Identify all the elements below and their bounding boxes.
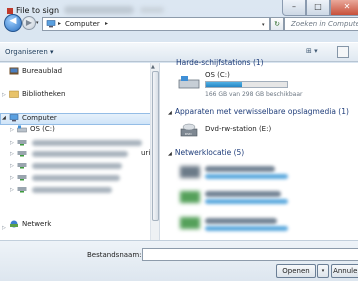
network-drive-icon — [17, 187, 27, 193]
expand-arrow-icon[interactable]: ▷ — [2, 92, 6, 98]
breadcrumb-separator[interactable]: ▸ — [105, 20, 108, 27]
drive-c-usage-fill — [206, 82, 242, 87]
scroll-up-icon[interactable]: ▲ — [151, 64, 155, 70]
collapse-arrow-icon[interactable]: ◢ — [168, 110, 172, 116]
preview-pane-button[interactable] — [337, 46, 349, 58]
close-button[interactable]: ✕ — [330, 0, 358, 16]
expand-arrow-icon[interactable]: ▷ — [10, 175, 14, 181]
nav-item-desktop[interactable]: Bureaublad — [9, 67, 62, 79]
blurred-location-name — [205, 166, 275, 172]
blurred-usage-bar — [205, 226, 288, 231]
address-dropdown[interactable]: ▾ — [262, 22, 265, 28]
expand-arrow-icon[interactable]: ▷ — [10, 151, 14, 157]
forward-arrow-icon: ▶ — [25, 18, 33, 27]
blurred-location-name — [205, 191, 281, 197]
network-drive-icon — [180, 191, 200, 203]
navigation-pane: Bureaublad ▷ Bibliotheken ◢ Computer ▷ O… — [0, 63, 160, 240]
search-input[interactable]: Zoeken in Computer — [284, 17, 358, 31]
blurred-usage-bar — [205, 199, 288, 204]
blurred-title-text — [140, 7, 164, 13]
computer-icon — [46, 20, 56, 28]
desktop-icon — [9, 67, 19, 75]
hard-drive-icon — [178, 76, 200, 89]
navigation-scrollbar[interactable] — [150, 63, 159, 240]
address-bar[interactable]: ▸ Computer ▸ — [42, 17, 270, 31]
network-drive-icon — [17, 140, 27, 146]
breadcrumb-computer[interactable]: Computer — [65, 20, 100, 28]
blurred-usage-bar — [205, 174, 288, 179]
blurred-drive-name — [32, 187, 112, 193]
blurred-location-name — [205, 218, 277, 224]
network-icon — [10, 220, 18, 228]
drive-icon — [17, 125, 27, 133]
blurred-title-text — [64, 6, 134, 14]
collapse-arrow-icon[interactable]: ◢ — [168, 151, 172, 157]
file-name-input[interactable] — [142, 248, 358, 261]
network-drive-icon — [17, 175, 27, 181]
drive-c-usage-bar — [205, 81, 288, 88]
network-drive-icon — [17, 151, 27, 157]
collapse-arrow-icon[interactable]: ◢ — [2, 115, 6, 121]
nav-item-libraries[interactable]: Bibliotheken — [9, 90, 65, 102]
search-placeholder: Zoeken in Computer — [291, 20, 358, 28]
blurred-drive-name — [32, 163, 122, 169]
recent-pages-dropdown[interactable]: ▾ — [36, 20, 39, 26]
nav-item-network[interactable]: Netwerk — [9, 220, 51, 232]
drive-c-label: OS (C:) — [205, 71, 230, 79]
organize-menu[interactable]: Organiseren ▾ — [5, 48, 54, 56]
open-options-dropdown[interactable]: ▾ — [317, 264, 329, 278]
scrollbar-thumb[interactable] — [152, 71, 159, 221]
dvd-drive-icon: DVD — [180, 123, 198, 137]
network-drive-icon — [180, 166, 200, 178]
expand-arrow-icon[interactable]: ▷ — [10, 140, 14, 146]
drive-c-free-space: 166 GB van 298 GB beschikbaar — [205, 91, 303, 98]
open-button[interactable]: Openen — [276, 264, 316, 278]
minimize-button[interactable]: – — [282, 0, 306, 16]
group-header-network[interactable]: ◢ Netwerklocatie (5) — [168, 148, 244, 157]
file-open-dialog: File to sign – □ ✕ ◀ ▶ ▾ ▸ Computer ▸ ▾ … — [0, 0, 358, 281]
network-drive-icon — [17, 163, 27, 169]
expand-arrow-icon[interactable]: ▷ — [2, 225, 6, 231]
maximize-button[interactable]: □ — [306, 0, 330, 16]
blurred-drive-name — [32, 175, 120, 181]
libraries-icon — [9, 90, 19, 98]
svg-text:DVD: DVD — [185, 132, 192, 136]
refresh-button[interactable]: ↻ — [270, 17, 284, 31]
group-header-removable[interactable]: ◢ Apparaten met verwisselbare opslagmedia… — [168, 107, 349, 116]
expand-arrow-icon[interactable]: ▷ — [10, 163, 14, 169]
network-drive-icon — [180, 217, 200, 229]
group-header-hard-disks[interactable]: Harde-schijfstations (1) — [176, 58, 264, 67]
expand-arrow-icon[interactable]: ▷ — [10, 127, 14, 133]
computer-icon — [9, 114, 19, 122]
window-title: File to sign — [16, 6, 60, 15]
blurred-drive-name — [32, 140, 142, 146]
breadcrumb-separator[interactable]: ▸ — [58, 20, 61, 27]
content-pane: Harde-schijfstations (1) OS (C:) 166 GB … — [160, 58, 358, 240]
back-button[interactable]: ◀ — [4, 14, 22, 32]
back-arrow-icon: ◀ — [9, 16, 17, 26]
nav-item-os-drive[interactable]: OS (C:) — [17, 125, 55, 137]
file-name-label: Bestandsnaam: — [87, 251, 142, 259]
forward-button[interactable]: ▶ — [22, 16, 36, 30]
expand-arrow-icon[interactable]: ▷ — [10, 187, 14, 193]
change-view-button[interactable]: ⊞ ▾ — [306, 47, 330, 59]
cancel-button[interactable]: Annuleren — [331, 264, 358, 278]
dvd-drive-label: Dvd-rw-station (E:) — [205, 125, 272, 133]
blurred-drive-name — [32, 151, 128, 157]
